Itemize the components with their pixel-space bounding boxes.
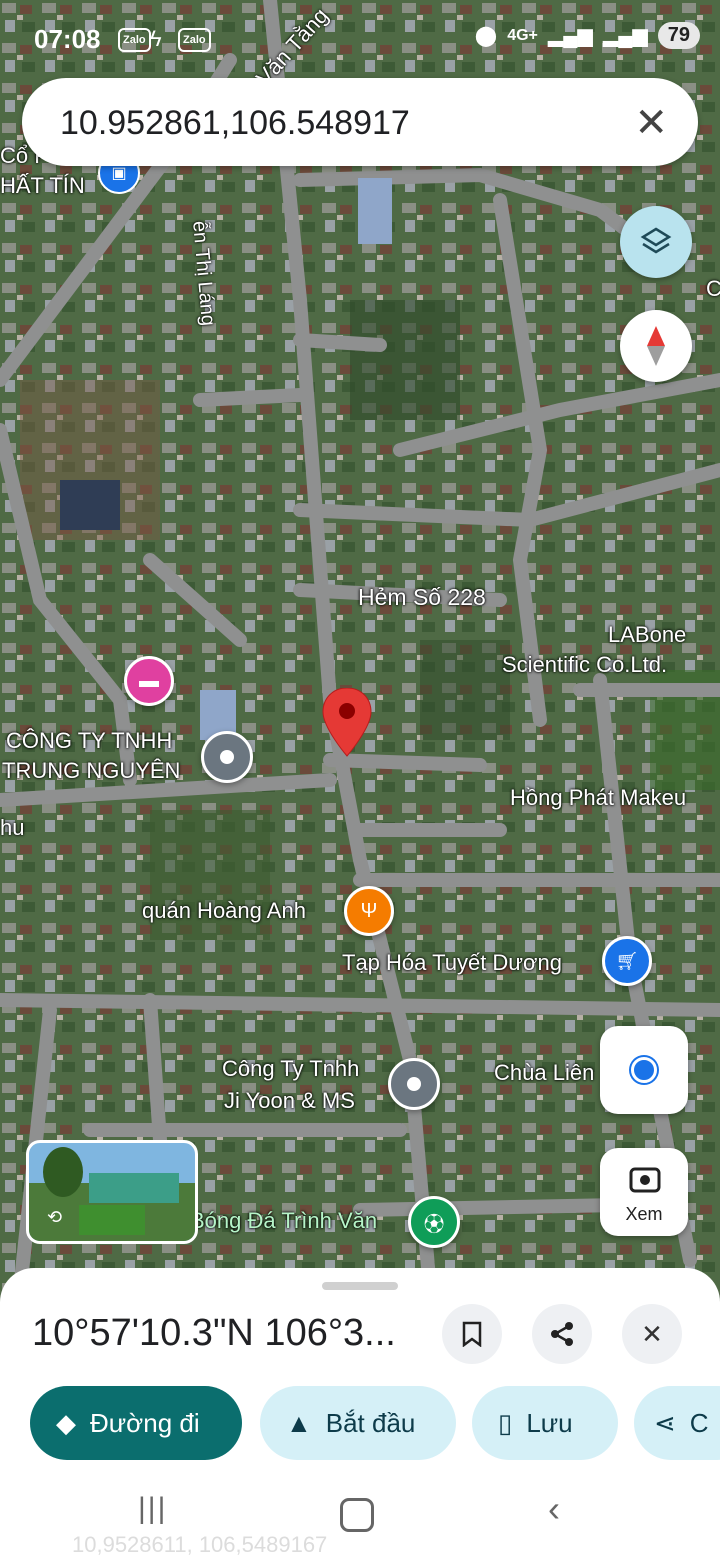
place-label[interactable]: hu [0, 815, 24, 841]
my-location-button[interactable] [600, 1026, 688, 1114]
hotel-icon[interactable]: ▬ [124, 656, 174, 706]
street-view-thumbnail[interactable]: ⟲ [26, 1140, 198, 1244]
gray-pin-icon[interactable] [388, 1058, 440, 1110]
zalo-icon: Zalo [118, 28, 151, 52]
place-label[interactable]: Hồng Phát Makeu [510, 785, 686, 811]
home-icon[interactable] [340, 1498, 374, 1532]
restaurant-icon[interactable]: Ψ [344, 886, 394, 936]
place-label[interactable]: Ji Yoon & MS [224, 1088, 355, 1114]
location-dot-icon [631, 1057, 657, 1083]
navigation-arrow-icon: ▲ [286, 1407, 312, 1438]
clear-search-icon[interactable]: ✕ [634, 100, 668, 146]
save-button[interactable]: ▯ Lưu [472, 1386, 618, 1460]
network-type: 4G+ [507, 26, 538, 44]
clock: 07:08 [34, 24, 101, 54]
camera-icon [629, 1167, 661, 1193]
place-label[interactable]: Tạp Hóa Tuyết Dương [342, 950, 562, 976]
bookmark-icon: ▯ [498, 1407, 513, 1438]
place-label[interactable]: quán Hoàng Anh [142, 898, 306, 924]
place-label[interactable]: Bóng Đá Trình Văn [190, 1208, 377, 1234]
system-nav-bar: ||| ‹ [0, 1486, 720, 1560]
place-label[interactable]: HẤT TÍN [0, 173, 85, 199]
compass-icon [647, 326, 665, 366]
battery-level: 79 [657, 22, 700, 49]
layers-button[interactable] [620, 206, 692, 278]
place-label[interactable]: CÔNG TY TNHH [6, 728, 172, 754]
place-label[interactable]: TRUNG NGUYÊN [2, 758, 180, 784]
save-label: Lưu [526, 1407, 573, 1438]
directions-label: Đường đi [90, 1407, 200, 1438]
share-icon [551, 1322, 573, 1346]
rotate-360-icon: ⟲ [47, 1207, 63, 1227]
signal-icon: ▂▄▆ [547, 25, 593, 47]
place-label[interactable]: Công Ty Tnhh [222, 1056, 359, 1082]
share-icon: ⋖ [654, 1407, 676, 1438]
place-label[interactable]: LABone [608, 622, 686, 648]
location-icon: ⬤ [474, 25, 498, 47]
start-button[interactable]: ▲ Bắt đầu [260, 1386, 456, 1460]
save-icon-button[interactable] [442, 1304, 502, 1364]
place-title: 10°57'10.3"N 106°3... [32, 1312, 396, 1354]
soccer-icon[interactable]: ⚽︎ [408, 1196, 460, 1248]
bookmark-icon [462, 1321, 482, 1347]
gray-pin-icon[interactable] [201, 731, 253, 783]
share-label: C [689, 1407, 709, 1438]
signal-icon: ▂▄▆ [602, 25, 648, 47]
directions-icon: ◆ [56, 1407, 76, 1438]
dropped-pin-icon[interactable] [322, 688, 372, 758]
share-button[interactable]: ⋖ C [634, 1386, 720, 1460]
drag-handle[interactable] [322, 1282, 398, 1290]
place-label[interactable]: Chùa Liên [494, 1060, 594, 1086]
compass-button[interactable] [620, 310, 692, 382]
status-bar: 07:08 Zalo ϟ Zalo ⬤ 4G+ ▂▄▆ ▂▄▆ 79 [0, 0, 720, 70]
directions-button[interactable]: ◆ Đường đi [30, 1386, 242, 1460]
satellite-map[interactable]: Văn Tằng ễn Thị Láng Hẻm Số 228 Cổ P ▣ H… [0, 0, 720, 1290]
camera-label: Xem [625, 1204, 663, 1224]
back-icon[interactable]: ‹ [548, 1488, 560, 1530]
search-query[interactable]: 10.952861,106.548917 [60, 104, 410, 143]
place-label[interactable]: C [706, 276, 720, 302]
place-label[interactable]: Scientific Co.Ltd. [502, 652, 667, 678]
shopping-cart-icon[interactable]: 🛒︎ [602, 936, 652, 986]
messenger-icon: ϟ [150, 26, 162, 51]
start-label: Bắt đầu [325, 1407, 416, 1438]
close-sheet-button[interactable]: ✕ [622, 1304, 682, 1364]
search-bar[interactable]: 10.952861,106.548917 ✕ [22, 78, 698, 166]
close-icon: ✕ [641, 1318, 663, 1349]
layers-icon [640, 227, 672, 254]
zalo-icon: Zalo [178, 28, 211, 52]
recent-apps-icon[interactable]: ||| [138, 1492, 167, 1526]
place-sheet[interactable]: 10°57'10.3"N 106°3... ✕ ◆ Đường đi ▲ Bắt… [0, 1268, 720, 1560]
street-label: Hẻm Số 228 [358, 584, 486, 610]
share-icon-button[interactable] [532, 1304, 592, 1364]
view-camera-button[interactable]: Xem [600, 1148, 688, 1236]
